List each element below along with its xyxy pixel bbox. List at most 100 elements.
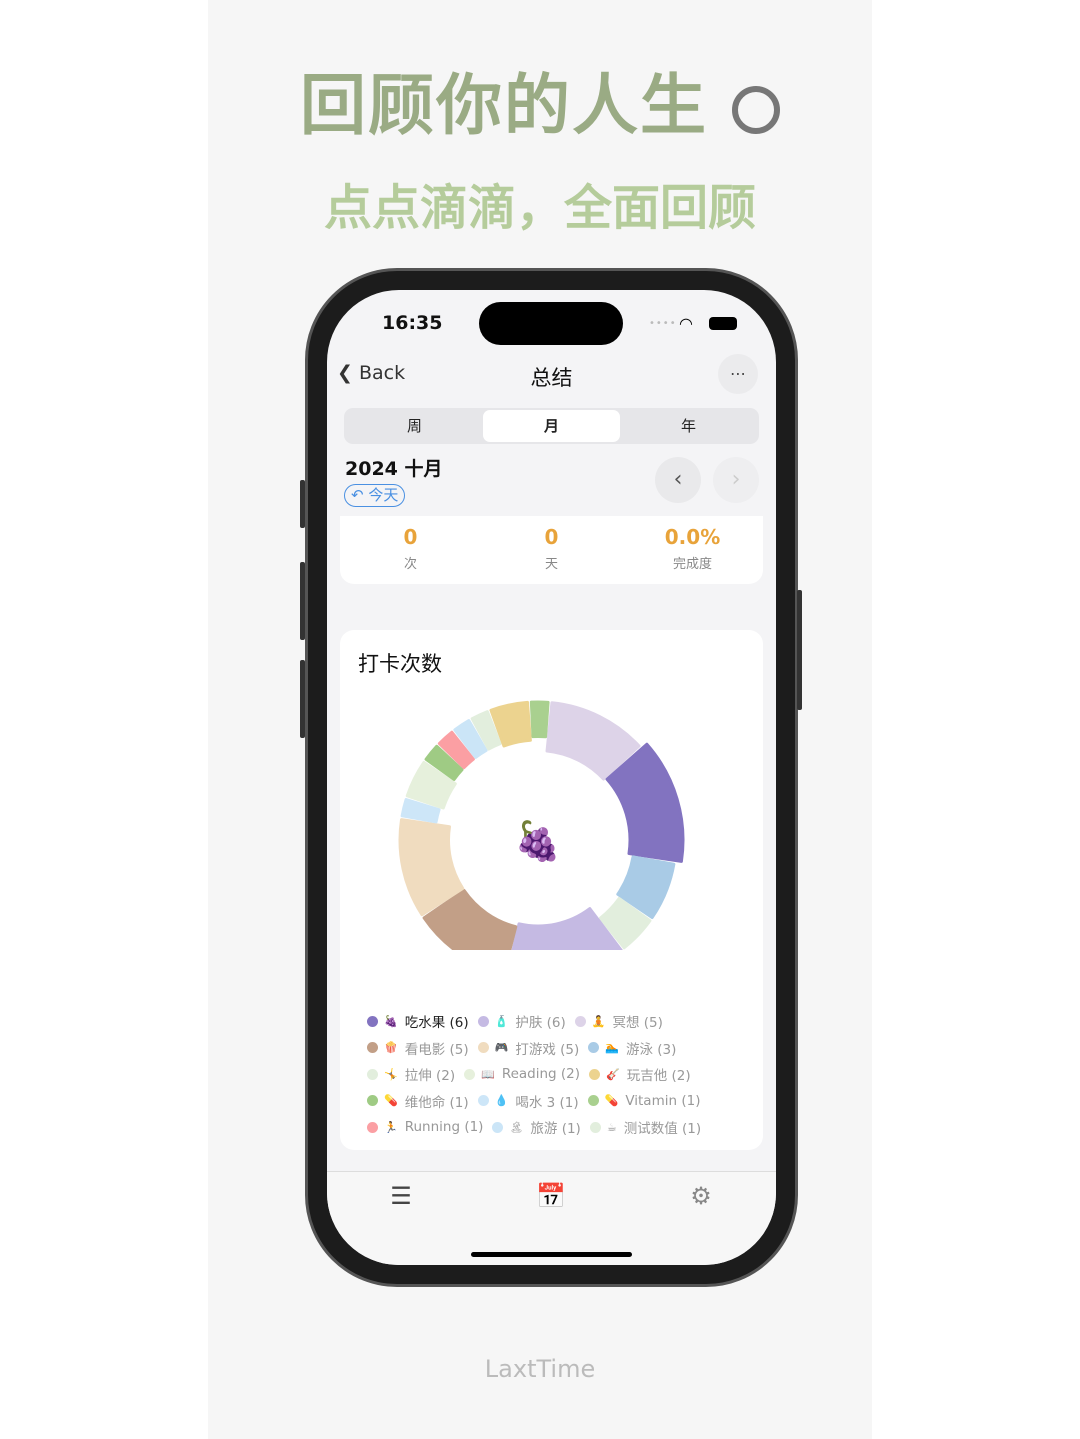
legend-label: Running (1) xyxy=(404,1119,484,1136)
legend-color-dot xyxy=(367,1095,378,1107)
legend-emoji-icon: 🏃 xyxy=(384,1120,398,1134)
legend-emoji-icon: 💧 xyxy=(494,1094,509,1108)
legend-item[interactable]: 🧴 护肤 (6) xyxy=(477,1011,566,1031)
volume-up-button xyxy=(300,562,305,640)
legend-label: 冥想 (5) xyxy=(612,1015,663,1032)
chevron-right-icon: › xyxy=(731,467,741,492)
wifi-icon: ◠ xyxy=(679,314,693,333)
chart-legend: 🍇 吃水果 (6) 🧴 护肤 (6) 🧘 冥想 (5) 🍿 看电影 (5) 🎮 打游戏 (5) 🏊 游… xyxy=(367,1008,767,1141)
prev-period-button[interactable]: ‹ xyxy=(655,457,701,503)
legend-color-dot xyxy=(477,1015,489,1027)
tab-calendar[interactable]: 📅 xyxy=(535,1182,567,1212)
legend-color-dot xyxy=(367,1068,378,1080)
period-segmented-control: 周 月 年 xyxy=(344,408,759,444)
legend-row: 💊 维他命 (1) 💧 喝水 3 (1) 💊 Vitamin (1) xyxy=(367,1088,767,1115)
grape-icon: 🍇 xyxy=(514,819,561,864)
dynamic-island xyxy=(479,302,623,345)
legend-row: 🏃 Running (1) 🏝 旅游 (1) ☕ 测试数值 (1) xyxy=(367,1114,767,1141)
signal-icon: •••• xyxy=(649,318,677,329)
legend-item[interactable]: 🤸 拉伸 (2) xyxy=(367,1064,455,1084)
legend-item[interactable]: 🍿 看电影 (5) xyxy=(367,1038,469,1058)
donut-chart[interactable]: 🍇 xyxy=(327,630,763,950)
today-button[interactable]: ↶ 今天 xyxy=(344,484,406,507)
legend-row: 🍇 吃水果 (6) 🧴 护肤 (6) 🧘 冥想 (5) xyxy=(367,1008,767,1035)
legend-color-dot xyxy=(587,1095,599,1107)
legend-item[interactable]: 💊 Vitamin (1) xyxy=(587,1092,701,1109)
legend-item[interactable]: 🏝 旅游 (1) xyxy=(492,1117,581,1138)
legend-color-dot xyxy=(574,1015,586,1027)
legend-label: 打游戏 (5) xyxy=(515,1041,580,1058)
promo-subheadline: 点点滴滴，全面回顾 xyxy=(323,180,756,236)
legend-emoji-icon: 🎸 xyxy=(606,1067,620,1081)
legend-emoji-icon: 💊 xyxy=(384,1094,398,1108)
stats-card: 0次 0天 0.0% 完成度 xyxy=(340,516,763,584)
promo-headline: 回顾你的人生 xyxy=(0,52,1080,148)
tab-settings[interactable]: ⚙ xyxy=(685,1182,717,1212)
legend-emoji-icon: 📖 xyxy=(481,1067,495,1081)
legend-item[interactable]: ☕ 测试数值 (1) xyxy=(589,1117,702,1138)
segment-week[interactable]: 周 xyxy=(346,410,483,442)
stat-days: 0天 xyxy=(544,525,559,572)
legend-label: 测试数值 (1) xyxy=(623,1121,702,1138)
legend-emoji-icon: 🎮 xyxy=(494,1041,509,1055)
donut-slice[interactable] xyxy=(529,700,550,739)
legend-label: 维他命 (1) xyxy=(404,1094,469,1111)
legend-emoji-icon: ☕ xyxy=(606,1120,617,1134)
gear-icon: ⚙ xyxy=(690,1182,712,1210)
legend-emoji-icon: 🧘 xyxy=(591,1014,606,1028)
legend-item[interactable]: 🎮 打游戏 (5) xyxy=(477,1038,580,1058)
legend-color-dot xyxy=(367,1015,378,1027)
pie-chart-icon xyxy=(732,85,780,134)
tab-bar: ☰ 📅 ⚙ xyxy=(327,1171,776,1265)
legend-item[interactable]: 🏃 Running (1) xyxy=(367,1119,483,1135)
home-indicator xyxy=(471,1252,632,1257)
legend-color-dot xyxy=(367,1121,378,1133)
more-button[interactable]: ⋯ xyxy=(718,354,758,394)
chevron-left-icon: ‹ xyxy=(673,467,683,492)
app-screen: 16:35 •••• ◠ ❮ Back 总结 ⋯ 周 月 年 2024 十月 ↶… xyxy=(327,290,776,1265)
legend-emoji-icon: 🧴 xyxy=(494,1014,509,1028)
power-button xyxy=(797,590,802,710)
segment-month[interactable]: 月 xyxy=(483,410,620,442)
legend-item[interactable]: 📖 Reading (2) xyxy=(464,1066,580,1082)
legend-color-dot xyxy=(464,1068,476,1080)
next-period-button[interactable]: › xyxy=(713,457,759,503)
legend-label: 吃水果 (6) xyxy=(404,1015,469,1032)
legend-emoji-icon: 🤸 xyxy=(384,1067,398,1081)
legend-color-dot xyxy=(589,1068,601,1080)
nav-bar: ❮ Back 总结 ⋯ xyxy=(327,354,776,394)
legend-color-dot xyxy=(492,1121,504,1133)
volume-down-button xyxy=(300,660,305,738)
legend-label: 玩吉他 (2) xyxy=(626,1068,691,1085)
side-button xyxy=(300,480,305,528)
tab-list[interactable]: ☰ xyxy=(385,1182,417,1212)
legend-label: Vitamin (1) xyxy=(625,1092,701,1109)
legend-emoji-icon: 🍇 xyxy=(384,1014,398,1028)
stat-count: 0次 xyxy=(403,525,418,572)
legend-item[interactable]: 🍇 吃水果 (6) xyxy=(367,1011,469,1031)
legend-emoji-icon: 🏝 xyxy=(509,1120,524,1134)
legend-item[interactable]: 🧘 冥想 (5) xyxy=(574,1011,663,1032)
status-time: 16:35 xyxy=(382,312,443,334)
legend-emoji-icon: 🏊 xyxy=(605,1041,619,1055)
legend-emoji-icon: 💊 xyxy=(604,1094,619,1108)
segment-year[interactable]: 年 xyxy=(620,410,757,442)
legend-color-dot xyxy=(589,1121,601,1133)
legend-color-dot xyxy=(588,1042,600,1054)
legend-color-dot xyxy=(367,1042,378,1054)
legend-label: 旅游 (1) xyxy=(530,1121,581,1138)
page-title: 总结 xyxy=(530,366,573,390)
legend-label: 看电影 (5) xyxy=(404,1041,469,1058)
footer-brand: LaxtTime xyxy=(484,1355,596,1383)
legend-label: 拉伸 (2) xyxy=(404,1068,456,1085)
legend-emoji-icon: 🍿 xyxy=(384,1041,398,1055)
legend-item[interactable]: 💧 喝水 3 (1) xyxy=(477,1091,579,1111)
stat-completion: 0.0% 完成度 xyxy=(664,525,721,572)
legend-item[interactable]: 💊 维他命 (1) xyxy=(367,1091,469,1111)
legend-item[interactable]: 🎸 玩吉他 (2) xyxy=(589,1064,691,1084)
legend-label: Reading (2) xyxy=(501,1066,581,1083)
legend-item[interactable]: 🏊 游泳 (3) xyxy=(588,1038,676,1058)
return-icon: ↶ xyxy=(351,486,369,504)
battery-icon xyxy=(709,317,737,330)
ellipsis-circle-icon: ⋯ xyxy=(730,364,746,383)
